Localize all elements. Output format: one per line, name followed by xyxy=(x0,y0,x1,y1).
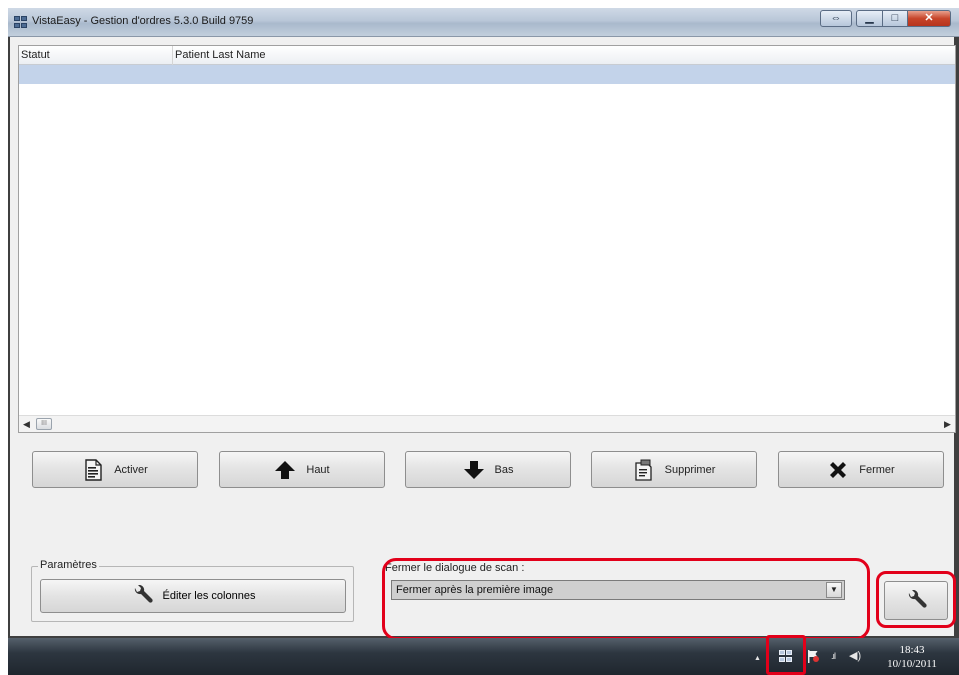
taskbar: ▲ .ıl ◀) 18:43 10/10/2011 xyxy=(8,635,959,675)
clock[interactable]: 18:43 10/10/2011 xyxy=(881,643,943,671)
column-header-patient-last-name[interactable]: Patient Last Name xyxy=(175,49,266,61)
switch-window-button[interactable]: ⇔ xyxy=(820,10,852,27)
scroll-left-icon[interactable]: ◀ xyxy=(19,417,34,431)
scroll-thumb[interactable]: III xyxy=(36,418,52,430)
haut-label: Haut xyxy=(306,463,330,476)
maximize-button[interactable]: □ xyxy=(882,10,908,27)
double-arrow-icon: ⇔ xyxy=(830,12,842,24)
horizontal-scrollbar[interactable]: ◀ III ▶ xyxy=(19,415,955,432)
bas-button[interactable]: Bas xyxy=(405,451,571,488)
scan-close-group: Fermer le dialogue de scan : Fermer aprè… xyxy=(380,562,858,616)
trash-icon xyxy=(633,459,655,481)
bas-label: Bas xyxy=(494,463,514,476)
supprimer-button[interactable]: Supprimer xyxy=(591,451,757,488)
action-center-flag-icon[interactable] xyxy=(807,649,820,664)
table-row[interactable] xyxy=(19,65,955,84)
scroll-right-icon[interactable]: ▶ xyxy=(940,417,955,431)
settings-wrench-button[interactable] xyxy=(884,581,948,620)
wrench-icon xyxy=(131,584,153,607)
screen: VistaEasy - Gestion d'ordres 5.3.0 Build… xyxy=(0,0,959,675)
app-icon xyxy=(14,16,28,29)
chevron-down-icon[interactable]: ▼ xyxy=(826,582,842,598)
minimize-icon: ▁ xyxy=(865,12,874,24)
clock-time: 18:43 xyxy=(899,644,925,656)
close-x-icon xyxy=(827,459,849,481)
maximize-icon: □ xyxy=(891,12,899,24)
activer-label: Activer xyxy=(114,463,148,476)
show-hidden-icons-icon[interactable]: ▲ xyxy=(754,655,761,662)
window-title: VistaEasy - Gestion d'ordres 5.3.0 Build… xyxy=(32,15,254,27)
app-window: VistaEasy - Gestion d'ordres 5.3.0 Build… xyxy=(8,8,959,640)
haut-button[interactable]: Haut xyxy=(219,451,385,488)
wrench-icon xyxy=(905,589,927,612)
document-activate-icon xyxy=(82,458,104,481)
arrow-down-icon xyxy=(463,459,485,481)
column-header-statut[interactable]: Statut xyxy=(21,49,50,61)
edit-columns-label: Éditer les colonnes xyxy=(162,590,256,602)
scan-close-selected-value: Fermer après la première image xyxy=(396,584,554,596)
column-divider[interactable] xyxy=(172,46,173,65)
scan-close-legend: Fermer le dialogue de scan : xyxy=(385,562,525,574)
network-icon[interactable]: .ıl xyxy=(831,651,836,661)
scan-close-select[interactable]: Fermer après la première image ▼ xyxy=(391,580,845,600)
minimize-button[interactable]: ▁ xyxy=(856,10,883,27)
close-icon: ✕ xyxy=(924,12,934,24)
tray-app-icon[interactable] xyxy=(779,650,793,663)
arrow-up-icon xyxy=(274,459,296,481)
supprimer-label: Supprimer xyxy=(664,463,716,476)
title-bar[interactable]: VistaEasy - Gestion d'ordres 5.3.0 Build… xyxy=(8,8,959,37)
client-area: Statut Patient Last Name ◀ III ▶ Activer xyxy=(10,37,956,640)
close-window-button[interactable]: ✕ xyxy=(907,10,951,27)
fermer-button[interactable]: Fermer xyxy=(778,451,944,488)
edit-columns-button[interactable]: Éditer les colonnes xyxy=(40,579,346,613)
orders-grid[interactable]: Statut Patient Last Name ◀ III ▶ xyxy=(18,45,956,433)
clock-date: 10/10/2011 xyxy=(887,658,937,670)
grid-header: Statut Patient Last Name xyxy=(19,46,955,65)
activer-button[interactable]: Activer xyxy=(32,451,198,488)
parametres-group: Paramètres Éditer les colonnes xyxy=(31,559,354,622)
parametres-legend: Paramètres xyxy=(38,559,99,571)
fermer-label: Fermer xyxy=(859,463,895,476)
volume-icon[interactable]: ◀) xyxy=(849,649,861,662)
